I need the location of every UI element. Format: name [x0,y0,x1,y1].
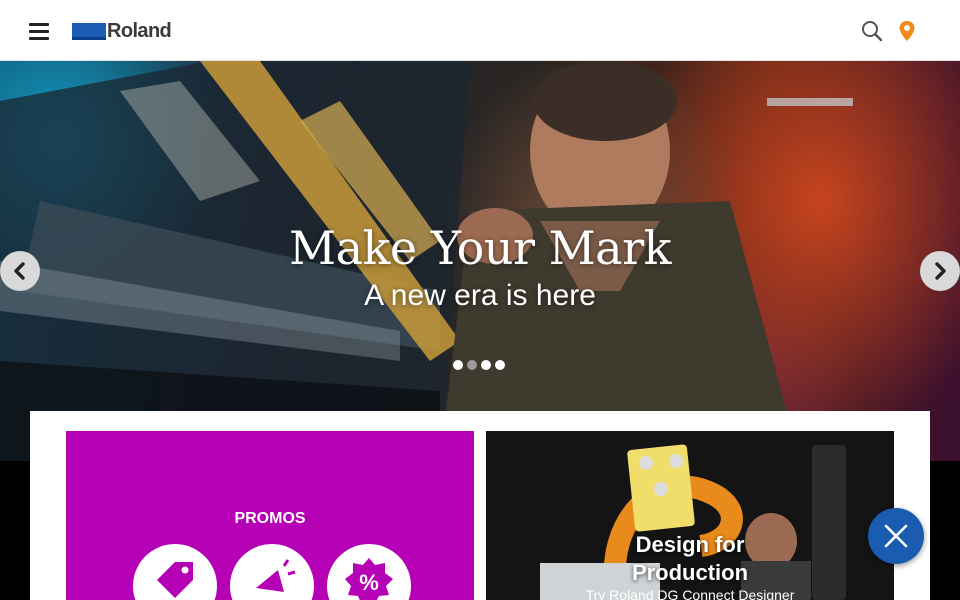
svg-text:%: % [359,570,379,595]
carousel-dot-1[interactable] [453,360,463,370]
chevron-left-icon [14,262,25,280]
design-card-title: Design for Production [486,531,894,587]
design-card-title-line1: Design for [635,532,745,557]
carousel-dot-4[interactable] [495,360,505,370]
hero-subtitle: A new era is here [364,279,596,312]
search-icon[interactable] [861,20,883,42]
carousel-dots [453,360,505,370]
percent-badge-icon: % [327,544,411,600]
design-card-title-line2: Production [631,560,749,585]
hero-title: Make Your Mark [289,221,671,275]
megaphone-icon [230,544,314,600]
carousel-next-button[interactable] [920,251,960,291]
logo-text: Roland [107,19,172,42]
location-pin-icon[interactable] [897,20,917,42]
promos-title: PROMOS [234,510,306,527]
design-card-subtitle: Try Roland DG Connect Designer [585,587,795,600]
price-tag-icon [133,544,217,600]
carousel-prev-button[interactable] [0,251,40,291]
hamburger-menu-icon[interactable] [28,21,52,41]
carousel-dot-2[interactable] [467,360,477,370]
site-header: Roland [0,0,960,61]
promos-card[interactable]: PROMOS % [66,431,474,600]
roland-logo[interactable]: Roland [72,19,172,42]
close-icon [884,524,908,548]
chevron-right-icon [935,262,946,280]
close-button[interactable] [868,508,924,564]
logo-mark [72,22,106,40]
carousel-dot-3[interactable] [481,360,491,370]
hero-carousel: Make Your Mark A new era is here [0,61,960,461]
design-for-production-card[interactable]: Design for Production Try Roland DG Conn… [486,431,894,600]
